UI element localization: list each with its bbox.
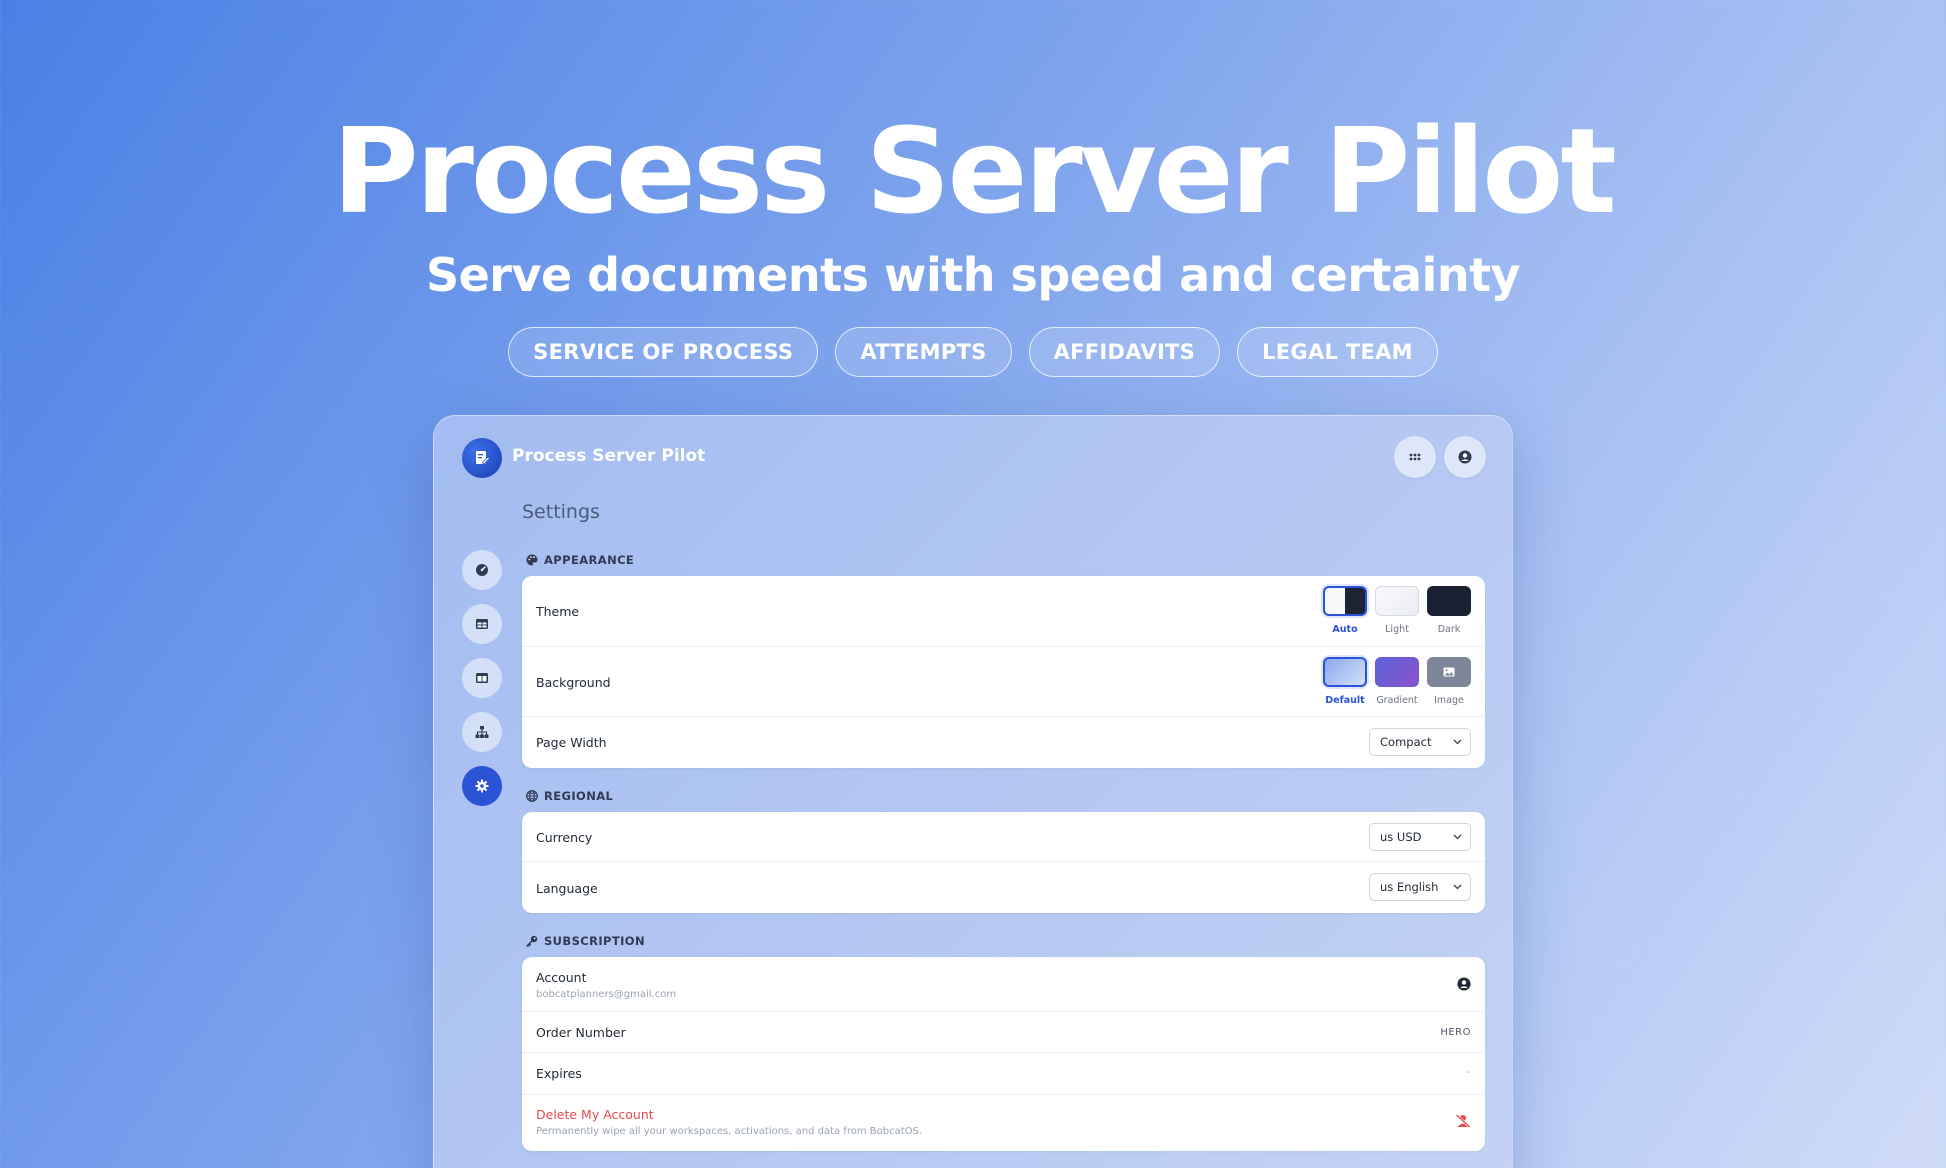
image-icon <box>1443 667 1455 677</box>
chevron-down-icon <box>1453 739 1462 745</box>
table-icon <box>476 619 488 629</box>
theme-option-label: Dark <box>1437 624 1461 635</box>
language-label: Language <box>536 881 598 896</box>
regional-card: Currency us USD Language us English <box>522 812 1485 913</box>
chevron-down-icon <box>1453 834 1462 840</box>
delete-account-description: Permanently wipe all your workspaces, ac… <box>536 1126 923 1137</box>
sidebar-item-org-chart[interactable] <box>462 712 502 752</box>
page-width-value: Compact <box>1380 735 1432 749</box>
expires-label: Expires <box>536 1066 582 1081</box>
background-option-label: Gradient <box>1376 695 1418 706</box>
hero-pills: SERVICE OF PROCESS ATTEMPTS AFFIDAVITS L… <box>0 327 1946 377</box>
sidebar-item-board[interactable] <box>462 658 502 698</box>
columns-icon <box>476 673 488 683</box>
grid-icon <box>1409 453 1421 461</box>
account-label: Account <box>536 970 587 985</box>
app-name: Process Server Pilot <box>512 446 706 466</box>
section-label-appearance: APPEARANCE <box>526 553 634 567</box>
account-row: Account bobcatplanners@gmail.com <box>522 957 1485 1012</box>
expires-row: Expires - <box>522 1053 1485 1095</box>
app-logo[interactable] <box>462 438 502 478</box>
sidebar-item-settings[interactable] <box>462 766 502 806</box>
language-row: Language us English <box>522 862 1485 913</box>
currency-label: Currency <box>536 830 593 845</box>
palette-icon <box>526 554 538 566</box>
delete-account-row[interactable]: Delete My Account Permanently wipe all y… <box>522 1095 1485 1151</box>
key-icon <box>526 935 538 947</box>
order-number-value: HERO <box>1440 1027 1471 1038</box>
pill-affidavits: AFFIDAVITS <box>1028 327 1221 377</box>
user-slash-icon[interactable] <box>1455 1114 1471 1128</box>
sitemap-icon <box>475 726 489 738</box>
background-option-gradient[interactable]: Gradient <box>1375 657 1419 706</box>
user-menu-button[interactable] <box>1444 436 1486 478</box>
background-swatch-image <box>1427 657 1471 687</box>
background-swatch-default <box>1323 657 1367 687</box>
gauge-icon <box>476 564 488 576</box>
background-option-image[interactable]: Image <box>1427 657 1471 706</box>
pill-attempts: ATTEMPTS <box>835 327 1012 377</box>
sidebar-item-dashboard[interactable] <box>462 550 502 590</box>
page-width-label: Page Width <box>536 735 607 750</box>
order-number-row: Order Number HERO <box>522 1012 1485 1053</box>
theme-label: Theme <box>536 604 580 619</box>
subscription-card: Account bobcatplanners@gmail.com Order N… <box>522 957 1485 1151</box>
delete-account-label[interactable]: Delete My Account <box>536 1107 654 1122</box>
theme-row: Theme Auto Light Dark <box>522 576 1485 647</box>
section-label-text: REGIONAL <box>544 789 614 803</box>
background-swatch-gradient <box>1375 657 1419 687</box>
user-circle-icon <box>1458 450 1472 464</box>
chevron-down-icon <box>1453 884 1462 890</box>
page-title: Settings <box>522 501 600 523</box>
appearance-card: Theme Auto Light Dark Background Default… <box>522 576 1485 768</box>
background-option-default[interactable]: Default <box>1323 657 1367 706</box>
theme-option-dark[interactable]: Dark <box>1427 586 1471 635</box>
section-label-text: SUBSCRIPTION <box>544 934 645 948</box>
page-width-row: Page Width Compact <box>522 717 1485 768</box>
theme-option-label: Light <box>1385 624 1409 635</box>
sidebar-item-table[interactable] <box>462 604 502 644</box>
expires-value: - <box>1466 1067 1471 1078</box>
theme-option-auto[interactable]: Auto <box>1323 586 1367 635</box>
currency-row: Currency us USD <box>522 812 1485 862</box>
currency-value: us USD <box>1380 830 1422 844</box>
pill-legal-team: LEGAL TEAM <box>1237 327 1438 377</box>
language-value: us English <box>1380 880 1439 894</box>
background-option-label: Default <box>1325 695 1365 706</box>
background-label: Background <box>536 675 611 690</box>
background-options: Default Gradient Image <box>1323 657 1471 706</box>
hero-title: Process Server Pilot <box>332 102 1617 240</box>
pill-service-of-process: SERVICE OF PROCESS <box>508 327 819 377</box>
theme-swatch-light <box>1375 586 1419 616</box>
document-edit-icon <box>476 451 491 465</box>
theme-swatch-auto <box>1323 586 1367 616</box>
background-row: Background Default Gradient Image <box>522 647 1485 717</box>
section-label-regional: REGIONAL <box>526 789 613 803</box>
order-number-label: Order Number <box>536 1025 626 1040</box>
app-window: Process Server Pilot Settings APPEARANCE… <box>433 415 1513 1168</box>
apps-grid-button[interactable] <box>1394 436 1436 478</box>
account-email: bobcatplanners@gmail.com <box>536 989 677 1000</box>
background-option-label: Image <box>1434 695 1464 706</box>
hero-subtitle: Serve documents with speed and certainty <box>425 248 1521 302</box>
theme-options: Auto Light Dark <box>1323 586 1471 635</box>
language-select[interactable]: us English <box>1369 873 1471 901</box>
section-label-subscription: SUBSCRIPTION <box>526 934 645 948</box>
section-label-text: APPEARANCE <box>544 553 635 567</box>
theme-option-label: Auto <box>1332 624 1358 635</box>
theme-swatch-dark <box>1427 586 1471 616</box>
page-width-select[interactable]: Compact <box>1369 728 1471 756</box>
theme-option-light[interactable]: Light <box>1375 586 1419 635</box>
user-circle-icon[interactable] <box>1457 977 1471 991</box>
globe-icon <box>526 790 538 802</box>
currency-select[interactable]: us USD <box>1369 823 1471 851</box>
gear-icon <box>475 779 489 793</box>
